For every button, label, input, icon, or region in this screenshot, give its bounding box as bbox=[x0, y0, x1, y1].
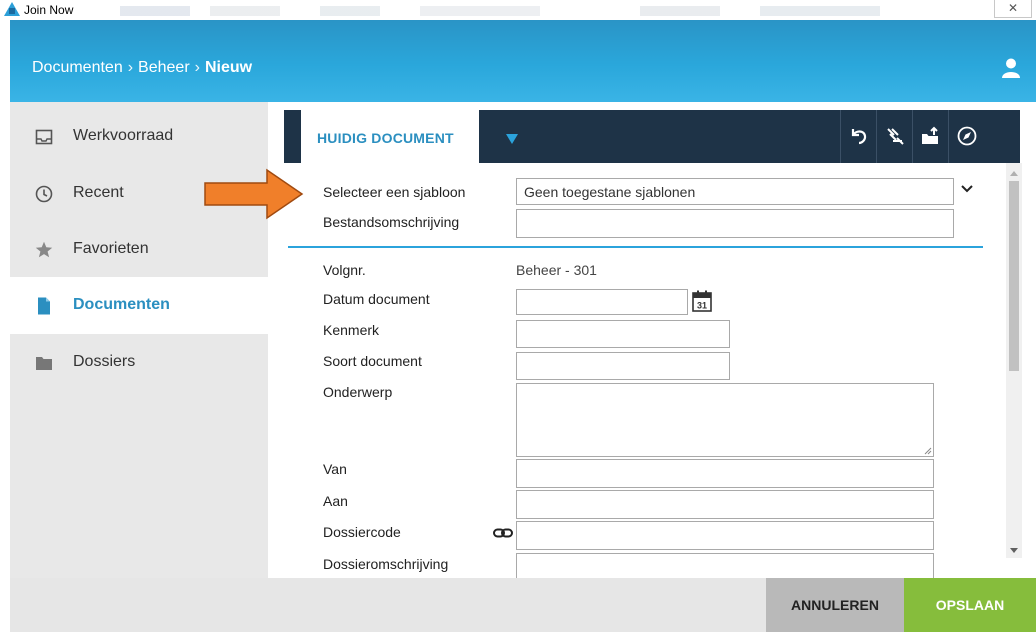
app-logo-icon bbox=[4, 2, 20, 16]
kenmerk-input[interactable] bbox=[516, 320, 730, 348]
window-title: Join Now bbox=[24, 3, 74, 17]
chevron-down-icon[interactable] bbox=[961, 185, 973, 193]
tab-label: HUIDIG DOCUMENT bbox=[317, 130, 454, 146]
sidebar-item-documenten[interactable]: Documenten bbox=[10, 277, 268, 334]
soort-input[interactable] bbox=[516, 352, 730, 380]
breadcrumb-separator-icon: › bbox=[127, 59, 134, 76]
footer-bar: ANNULEREN OPSLAAN bbox=[10, 578, 1036, 632]
dossiercode-input[interactable] bbox=[516, 521, 934, 550]
tab-dropdown-caret-icon[interactable] bbox=[506, 134, 518, 144]
undo-button[interactable] bbox=[840, 110, 876, 163]
sidebar-item-werkvoorraad[interactable]: Werkvoorraad bbox=[10, 108, 268, 165]
dossieromschrijving-input[interactable] bbox=[516, 553, 934, 578]
breadcrumb-item-beheer[interactable]: Beheer bbox=[138, 59, 190, 77]
dossiercode-label: Dossiercode bbox=[323, 524, 401, 540]
clock-icon bbox=[35, 185, 53, 203]
tab-huidig-document[interactable]: HUIDIG DOCUMENT bbox=[301, 110, 479, 163]
sidebar-item-label: Recent bbox=[73, 184, 124, 201]
dossieromschrijving-label: Dossieromschrijving bbox=[323, 556, 449, 572]
folder-icon bbox=[36, 357, 52, 370]
sidebar-item-dossiers[interactable]: Dossiers bbox=[10, 334, 268, 391]
upload-folder-icon bbox=[922, 126, 938, 144]
van-input[interactable] bbox=[516, 459, 934, 488]
signature-button[interactable] bbox=[876, 110, 912, 163]
onderwerp-textarea[interactable] bbox=[516, 383, 934, 457]
user-icon[interactable] bbox=[1002, 58, 1020, 78]
breadcrumb-separator-icon: › bbox=[194, 59, 200, 76]
volgnr-label: Volgnr. bbox=[323, 262, 366, 278]
upload-folder-button[interactable] bbox=[912, 110, 948, 163]
main-panel: HUIDIG DOCUMENT Selecteer een sjabloon G… bbox=[268, 102, 1036, 578]
link-icon[interactable] bbox=[493, 528, 513, 538]
sidebar-item-label: Documenten bbox=[73, 296, 170, 313]
breadcrumb-item-documenten[interactable]: Documenten bbox=[32, 59, 123, 77]
form-clip-area: Dossieromschrijving bbox=[268, 552, 1006, 578]
onderwerp-label: Onderwerp bbox=[323, 384, 393, 400]
aan-label: Aan bbox=[323, 493, 348, 509]
sidebar-item-favorieten[interactable]: Favorieten bbox=[10, 221, 268, 278]
datum-label: Datum document bbox=[323, 291, 430, 307]
document-tabbar: HUIDIG DOCUMENT bbox=[284, 110, 1020, 163]
breadcrumb-item-current: Nieuw bbox=[204, 59, 253, 76]
scroll-up-icon[interactable] bbox=[1010, 171, 1018, 176]
inbox-icon bbox=[35, 129, 53, 145]
kenmerk-label: Kenmerk bbox=[323, 322, 380, 338]
volgnr-value: Beheer - 301 bbox=[516, 262, 597, 278]
sidebar-item-label: Favorieten bbox=[73, 240, 149, 257]
signature-icon bbox=[887, 128, 904, 145]
breadcrumb: Documenten › Beheer › Nieuw bbox=[32, 59, 252, 77]
resize-grip-icon[interactable] bbox=[924, 447, 932, 455]
compass-button[interactable] bbox=[948, 110, 984, 163]
van-label: Van bbox=[323, 461, 347, 477]
soort-label: Soort document bbox=[323, 353, 422, 369]
star-icon bbox=[35, 241, 53, 258]
blurred-background-area bbox=[120, 6, 880, 16]
save-button[interactable]: OPSLAAN bbox=[904, 578, 1036, 632]
scroll-down-icon[interactable] bbox=[1010, 548, 1018, 553]
datum-input[interactable] bbox=[516, 289, 688, 315]
compass-icon bbox=[957, 126, 977, 146]
template-select-value: Geen toegestane sjablonen bbox=[524, 184, 696, 200]
description-input[interactable] bbox=[516, 209, 954, 238]
template-select[interactable]: Geen toegestane sjablonen bbox=[516, 178, 954, 205]
sidebar-item-label: Werkvoorraad bbox=[73, 127, 174, 144]
app-header: Documenten › Beheer › Nieuw bbox=[10, 20, 1036, 102]
window-titlebar: Join Now ✕ bbox=[0, 0, 1036, 20]
document-icon bbox=[38, 297, 50, 315]
aan-input[interactable] bbox=[516, 490, 934, 519]
description-label: Bestandsomschrijving bbox=[323, 214, 460, 230]
annotation-arrow-icon bbox=[204, 168, 304, 220]
scroll-thumb[interactable] bbox=[1009, 181, 1019, 371]
calendar-day-text: 31 bbox=[697, 301, 707, 311]
form-scrollbar[interactable] bbox=[1006, 163, 1022, 558]
template-label: Selecteer een sjabloon bbox=[323, 184, 466, 200]
section-divider bbox=[288, 246, 983, 248]
cancel-button[interactable]: ANNULEREN bbox=[766, 578, 904, 632]
window-close-button[interactable]: ✕ bbox=[994, 0, 1032, 18]
calendar-icon[interactable]: 31 bbox=[692, 290, 712, 312]
sidebar-item-label: Dossiers bbox=[73, 353, 136, 370]
undo-icon bbox=[851, 129, 867, 145]
